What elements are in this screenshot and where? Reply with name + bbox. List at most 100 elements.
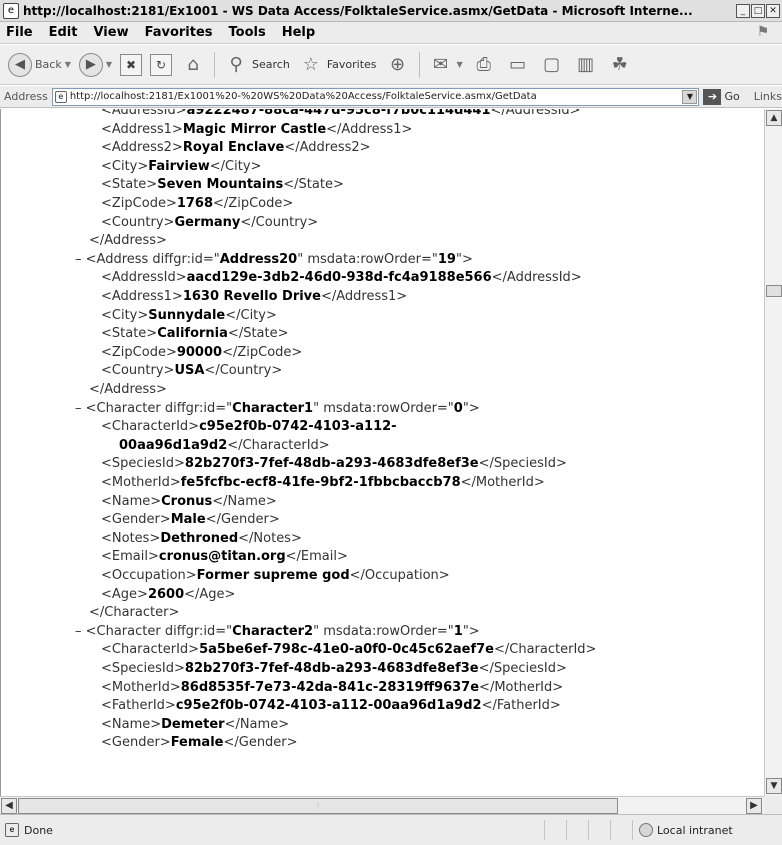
zone-label: Local intranet [657, 823, 733, 837]
research-button[interactable]: ▥ [569, 49, 603, 81]
mail-button[interactable]: ✉ ▼ [424, 49, 467, 81]
xml-markup: </Notes> [238, 530, 302, 546]
menu-favorites[interactable]: Favorites [137, 25, 221, 40]
xml-value: 19 [437, 251, 456, 267]
xml-line: </Address> [89, 232, 167, 250]
xml-markup: <FatherId> [101, 698, 176, 714]
xml-markup: </Country> [240, 214, 319, 230]
edit-button[interactable]: ▭ [501, 49, 535, 81]
address-input[interactable]: e http://localhost:2181/Ex1001%20-%20WS%… [51, 87, 700, 106]
xml-markup: </Name> [224, 716, 290, 732]
address-label: Address [4, 90, 48, 103]
favorites-button[interactable]: ☆ Favorites [294, 49, 381, 81]
xml-line: <ZipCode>1768</ZipCode> [101, 195, 293, 213]
menu-help[interactable]: Help [274, 25, 323, 40]
xml-value: 82b270f3-7fef-48db-a293-4683dfe8ef3e [184, 661, 479, 676]
xml-markup: "> [462, 623, 480, 639]
xml-value: 00aa96d1a9d2 [119, 437, 228, 453]
xml-value: 0 [453, 400, 463, 416]
forward-button[interactable]: ▶ ▼ [75, 49, 116, 81]
vertical-scroll-thumb[interactable] [766, 285, 782, 297]
links-button[interactable]: Links [754, 90, 782, 103]
scroll-down-button[interactable]: ▼ [766, 778, 782, 794]
xml-line: <Gender>Female</Gender> [101, 734, 298, 752]
xml-value: Royal Enclave [182, 140, 285, 156]
search-button[interactable]: ⚲ Search [219, 49, 294, 81]
xml-markup: </Age> [184, 586, 236, 602]
discuss-button[interactable]: ▢ [535, 49, 569, 81]
xml-markup: <AddressId> [101, 270, 187, 286]
xml-value: fe5fcfbc-ecf8-41fe-9bf2-1fbbcbaccb78 [180, 475, 461, 490]
minimize-button[interactable]: _ [736, 3, 750, 18]
status-pane [544, 820, 566, 840]
scroll-left-button[interactable]: ◀ [1, 798, 17, 814]
close-button[interactable]: ✕ [766, 3, 780, 18]
refresh-button[interactable]: ↻ [146, 49, 176, 81]
xml-line: – <Character diffgr:id="Character2" msda… [75, 623, 480, 641]
xml-line: 00aa96d1a9d2</CharacterId> [119, 437, 330, 455]
menu-view[interactable]: View [85, 25, 136, 40]
xml-markup: </Address2> [284, 140, 371, 156]
xml-line: <Address1>1630 Revello Drive</Address1> [101, 288, 407, 306]
xml-markup: "> [462, 400, 480, 416]
title-bar: e http://localhost:2181/Ex1001 - WS Data… [0, 0, 782, 22]
xml-value: Sunnydale [148, 307, 226, 323]
xml-markup: </MotherId> [460, 475, 545, 490]
xml-value: California [157, 326, 228, 342]
xml-markup: <Gender> [101, 735, 171, 751]
chevron-down-icon[interactable]: ▼ [65, 60, 71, 69]
messenger-button[interactable]: ☘ [603, 49, 637, 81]
xml-markup: </AddressId> [490, 109, 581, 118]
search-label: Search [252, 58, 290, 71]
stop-icon: ✖ [120, 53, 143, 76]
address-dropdown-icon[interactable]: ▼ [682, 89, 698, 104]
xml-markup: <Address1> [101, 121, 183, 137]
chevron-down-icon[interactable]: ▼ [106, 60, 112, 69]
xml-value: Address20 [219, 251, 298, 267]
back-label: Back [35, 58, 62, 71]
xml-markup: </FatherId> [481, 698, 561, 714]
xml-markup: <Name> [101, 716, 162, 732]
xml-markup: <Notes> [101, 530, 161, 546]
go-button[interactable]: ➔ Go [703, 88, 740, 105]
maximize-button[interactable]: □ [751, 3, 765, 18]
xml-line: </Address> [89, 381, 167, 399]
print-button[interactable]: ⎙ [467, 49, 501, 81]
xml-markup: <AddressId> [101, 109, 187, 118]
chevron-down-icon[interactable]: ▼ [457, 60, 463, 69]
xml-markup: <Country> [101, 214, 175, 230]
stop-button[interactable]: ✖ [116, 49, 146, 81]
xml-line: <AddressId>aacd129e-3db2-46d0-938d-fc4a9… [101, 269, 582, 287]
ie-page-icon: e [3, 2, 19, 19]
back-button[interactable]: ◀ Back ▼ [4, 49, 75, 81]
xml-line: <City>Fairview</City> [101, 158, 261, 176]
intranet-icon [639, 823, 653, 837]
horizontal-scroll-thumb[interactable]: ⦙ [18, 798, 618, 814]
window-title: http://localhost:2181/Ex1001 - WS Data A… [23, 3, 693, 18]
address-bar: Address e http://localhost:2181/Ex1001%2… [0, 86, 782, 108]
xml-markup: " msdata:rowOrder=" [297, 251, 438, 267]
horizontal-scrollbar[interactable]: ◀ ⦙ ▶ [0, 796, 764, 814]
scroll-right-button[interactable]: ▶ [746, 798, 762, 814]
address-url[interactable]: http://localhost:2181/Ex1001%20-%20WS%20… [70, 91, 537, 102]
status-pane [566, 820, 588, 840]
xml-markup: <Name> [101, 493, 162, 509]
toolbar: ◀ Back ▼ ▶ ▼ ✖ ↻ ⌂ ⚲ Search ☆ Favorites … [0, 45, 782, 85]
xml-value: Fairview [148, 158, 210, 174]
resize-grip[interactable] [762, 820, 782, 840]
menu-edit[interactable]: Edit [41, 25, 86, 40]
xml-value: 90000 [176, 344, 223, 360]
xml-line: <CharacterId>5a5be6ef-798c-41e0-a0f0-0c4… [101, 641, 596, 659]
xml-line: <Gender>Male</Gender> [101, 511, 280, 529]
xml-line: <Address2>Royal Enclave</Address2> [101, 139, 371, 157]
home-button[interactable]: ⌂ [176, 49, 210, 81]
history-button[interactable]: ⊕ [381, 49, 415, 81]
xml-line: <Email>cronus@titan.org</Email> [101, 548, 348, 566]
xml-value: 86d8535f-7e73-42da-841c-28319ff9637e [180, 679, 480, 695]
vertical-scrollbar[interactable]: ▲ ▼ [764, 109, 782, 796]
menu-tools[interactable]: Tools [221, 25, 274, 40]
xml-markup: <City> [101, 158, 149, 174]
scroll-up-button[interactable]: ▲ [766, 110, 782, 126]
menu-file[interactable]: File [0, 25, 41, 40]
window-controls: _ □ ✕ [736, 3, 780, 18]
